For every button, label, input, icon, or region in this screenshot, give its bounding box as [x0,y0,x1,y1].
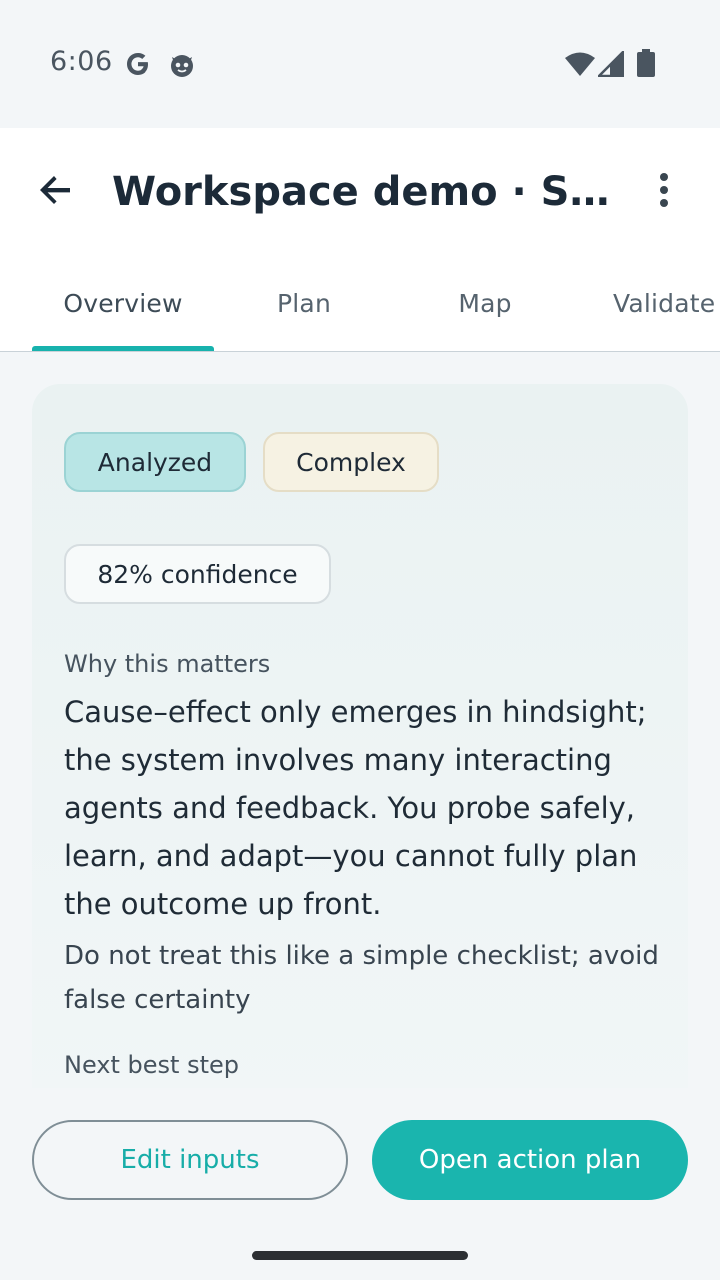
cell-signal-icon [595,48,625,81]
open-action-plan-button[interactable]: Open action plan [372,1120,688,1200]
situation-summary-card: Analyzed Complex 82% confidence Why this… [32,384,688,1104]
cat-face-icon [168,51,196,83]
more-vert-icon [659,172,669,212]
why-label: Why this matters [64,650,271,678]
next-step-label: Next best step [64,1051,239,1079]
confidence-chip: 82% confidence [64,544,331,604]
complexity-chip: Complex [263,432,439,492]
status-chip: Analyzed [64,432,246,492]
status-time: 6:06 [50,46,113,77]
active-tab-indicator [32,346,214,351]
tab-bar: Overview Plan Map Validate [0,256,720,352]
tab-map[interactable]: Map [394,256,576,351]
back-button[interactable] [24,160,88,224]
google-icon [124,50,152,82]
page-title: Workspace demo · Situ… [112,169,612,215]
status-bar: 6:06 [0,0,720,128]
wifi-icon [564,51,596,81]
app-bar: Workspace demo · Situ… [0,128,720,256]
battery-icon [636,49,656,81]
bottom-action-bar: Edit inputs Open action plan [0,1088,720,1280]
reason-text: Cause–effect only emerges in hindsight; … [64,695,647,921]
tab-overview[interactable]: Overview [32,256,214,351]
edit-inputs-button[interactable]: Edit inputs [32,1120,348,1200]
tab-plan[interactable]: Plan [213,256,395,351]
more-options-button[interactable] [634,160,694,224]
arrow-back-icon [38,172,74,212]
tab-validate[interactable]: Validate [583,256,720,351]
home-indicator[interactable] [252,1251,468,1260]
caution-text: Do not treat this like a simple checklis… [64,941,659,1015]
